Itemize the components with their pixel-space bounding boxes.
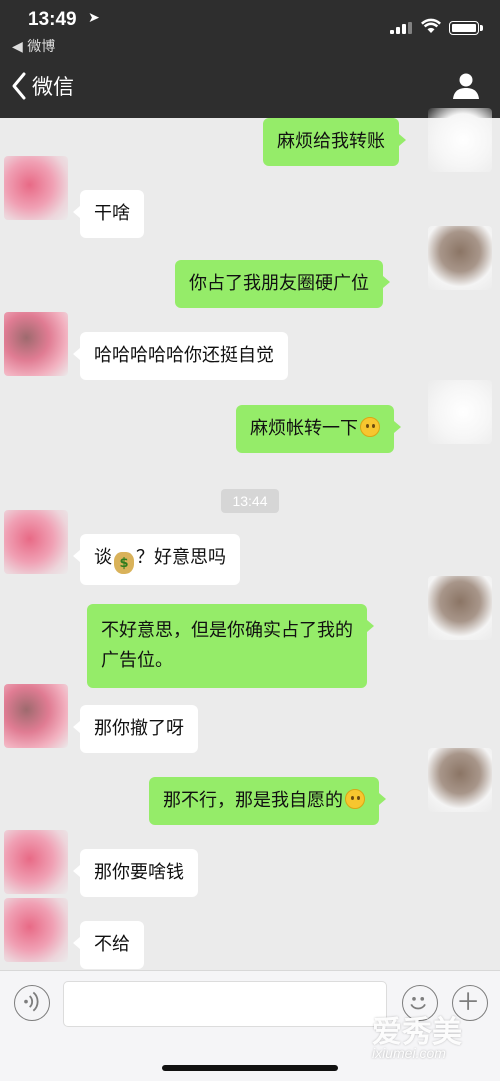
- contact-avatar[interactable]: [4, 684, 68, 748]
- message-text: 那你撤了呀: [94, 718, 184, 739]
- message-text: 你占了我朋友圈硬广位: [189, 273, 369, 294]
- message-text: 不好意思，但是你确实占了我的: [101, 620, 353, 641]
- message-text: 那不行，那是我自愿的: [163, 790, 343, 811]
- wifi-icon: [421, 18, 441, 33]
- message-bubble[interactable]: 哈哈哈哈哈你还挺自觉: [73, 332, 288, 380]
- contact-avatar[interactable]: [4, 312, 68, 376]
- message-bubble[interactable]: 麻烦帐转一下: [236, 405, 401, 453]
- my-avatar[interactable]: [428, 380, 492, 444]
- money-bag-emoji-icon: $: [114, 552, 134, 574]
- message-text: 谈: [94, 547, 112, 568]
- message-bubble[interactable]: 你占了我朋友圈硬广位: [175, 260, 390, 308]
- message-bubble[interactable]: 不给: [73, 921, 144, 969]
- chat-area[interactable]: 麻烦给我转账 干啥 你占了我朋友圈硬广位 哈哈哈哈哈你还挺自觉 麻烦帐转一下 1…: [0, 108, 500, 970]
- input-bar: 爱秀美 ixiumei.com: [0, 970, 500, 1081]
- battery-icon: [449, 21, 483, 35]
- status-bar: 13:49 ➤ ◀ 微博: [0, 0, 500, 56]
- profile-icon[interactable]: [452, 72, 480, 100]
- message-text: 广告位。: [101, 650, 173, 671]
- my-avatar[interactable]: [428, 226, 492, 290]
- voice-button[interactable]: [14, 985, 50, 1021]
- message-text: 麻烦给我转账: [277, 131, 385, 152]
- smile-emoji-icon: [360, 417, 380, 437]
- smile-emoji-icon: [345, 789, 365, 809]
- message-bubble[interactable]: 麻烦给我转账: [263, 118, 406, 166]
- message-bubble[interactable]: 不好意思，但是你确实占了我的 广告位。: [87, 604, 374, 688]
- message-text: 那你要啥钱: [94, 862, 184, 883]
- my-avatar[interactable]: [428, 748, 492, 812]
- location-arrow-icon: ➤: [88, 10, 100, 26]
- message-input[interactable]: [63, 981, 387, 1027]
- message-bubble[interactable]: 那你要啥钱: [73, 849, 198, 897]
- voice-icon: [24, 991, 39, 1012]
- back-button[interactable]: 微信: [10, 71, 74, 101]
- nav-bar: 微信: [0, 56, 500, 118]
- message-bubble[interactable]: 干啥: [73, 190, 144, 238]
- message-text: 麻烦帐转一下: [250, 418, 358, 439]
- back-chevron-icon: [12, 72, 26, 100]
- message-text: 不给: [94, 934, 130, 955]
- watermark-url: ixiumei.com: [372, 1045, 446, 1061]
- my-avatar[interactable]: [428, 576, 492, 640]
- status-time: 13:49: [28, 9, 77, 30]
- contact-avatar[interactable]: [4, 830, 68, 894]
- message-text: ？好意思吗: [136, 547, 226, 568]
- back-to-app-link[interactable]: ◀ 微博: [12, 36, 55, 56]
- message-text: 哈哈哈哈哈你还挺自觉: [94, 345, 274, 366]
- contact-avatar[interactable]: [4, 156, 68, 220]
- contact-avatar[interactable]: [4, 510, 68, 574]
- message-bubble[interactable]: 那你撤了呀: [73, 705, 198, 753]
- signal-icon: [390, 22, 414, 34]
- my-avatar[interactable]: [428, 108, 492, 172]
- back-label: 微信: [32, 75, 74, 99]
- message-text: 干啥: [94, 203, 130, 224]
- contact-avatar[interactable]: [4, 898, 68, 962]
- home-indicator[interactable]: [162, 1065, 338, 1071]
- message-bubble[interactable]: 那不行，那是我自愿的: [149, 777, 386, 825]
- timestamp: 13:44: [221, 489, 279, 513]
- message-bubble[interactable]: 谈 $ ？好意思吗: [73, 534, 240, 585]
